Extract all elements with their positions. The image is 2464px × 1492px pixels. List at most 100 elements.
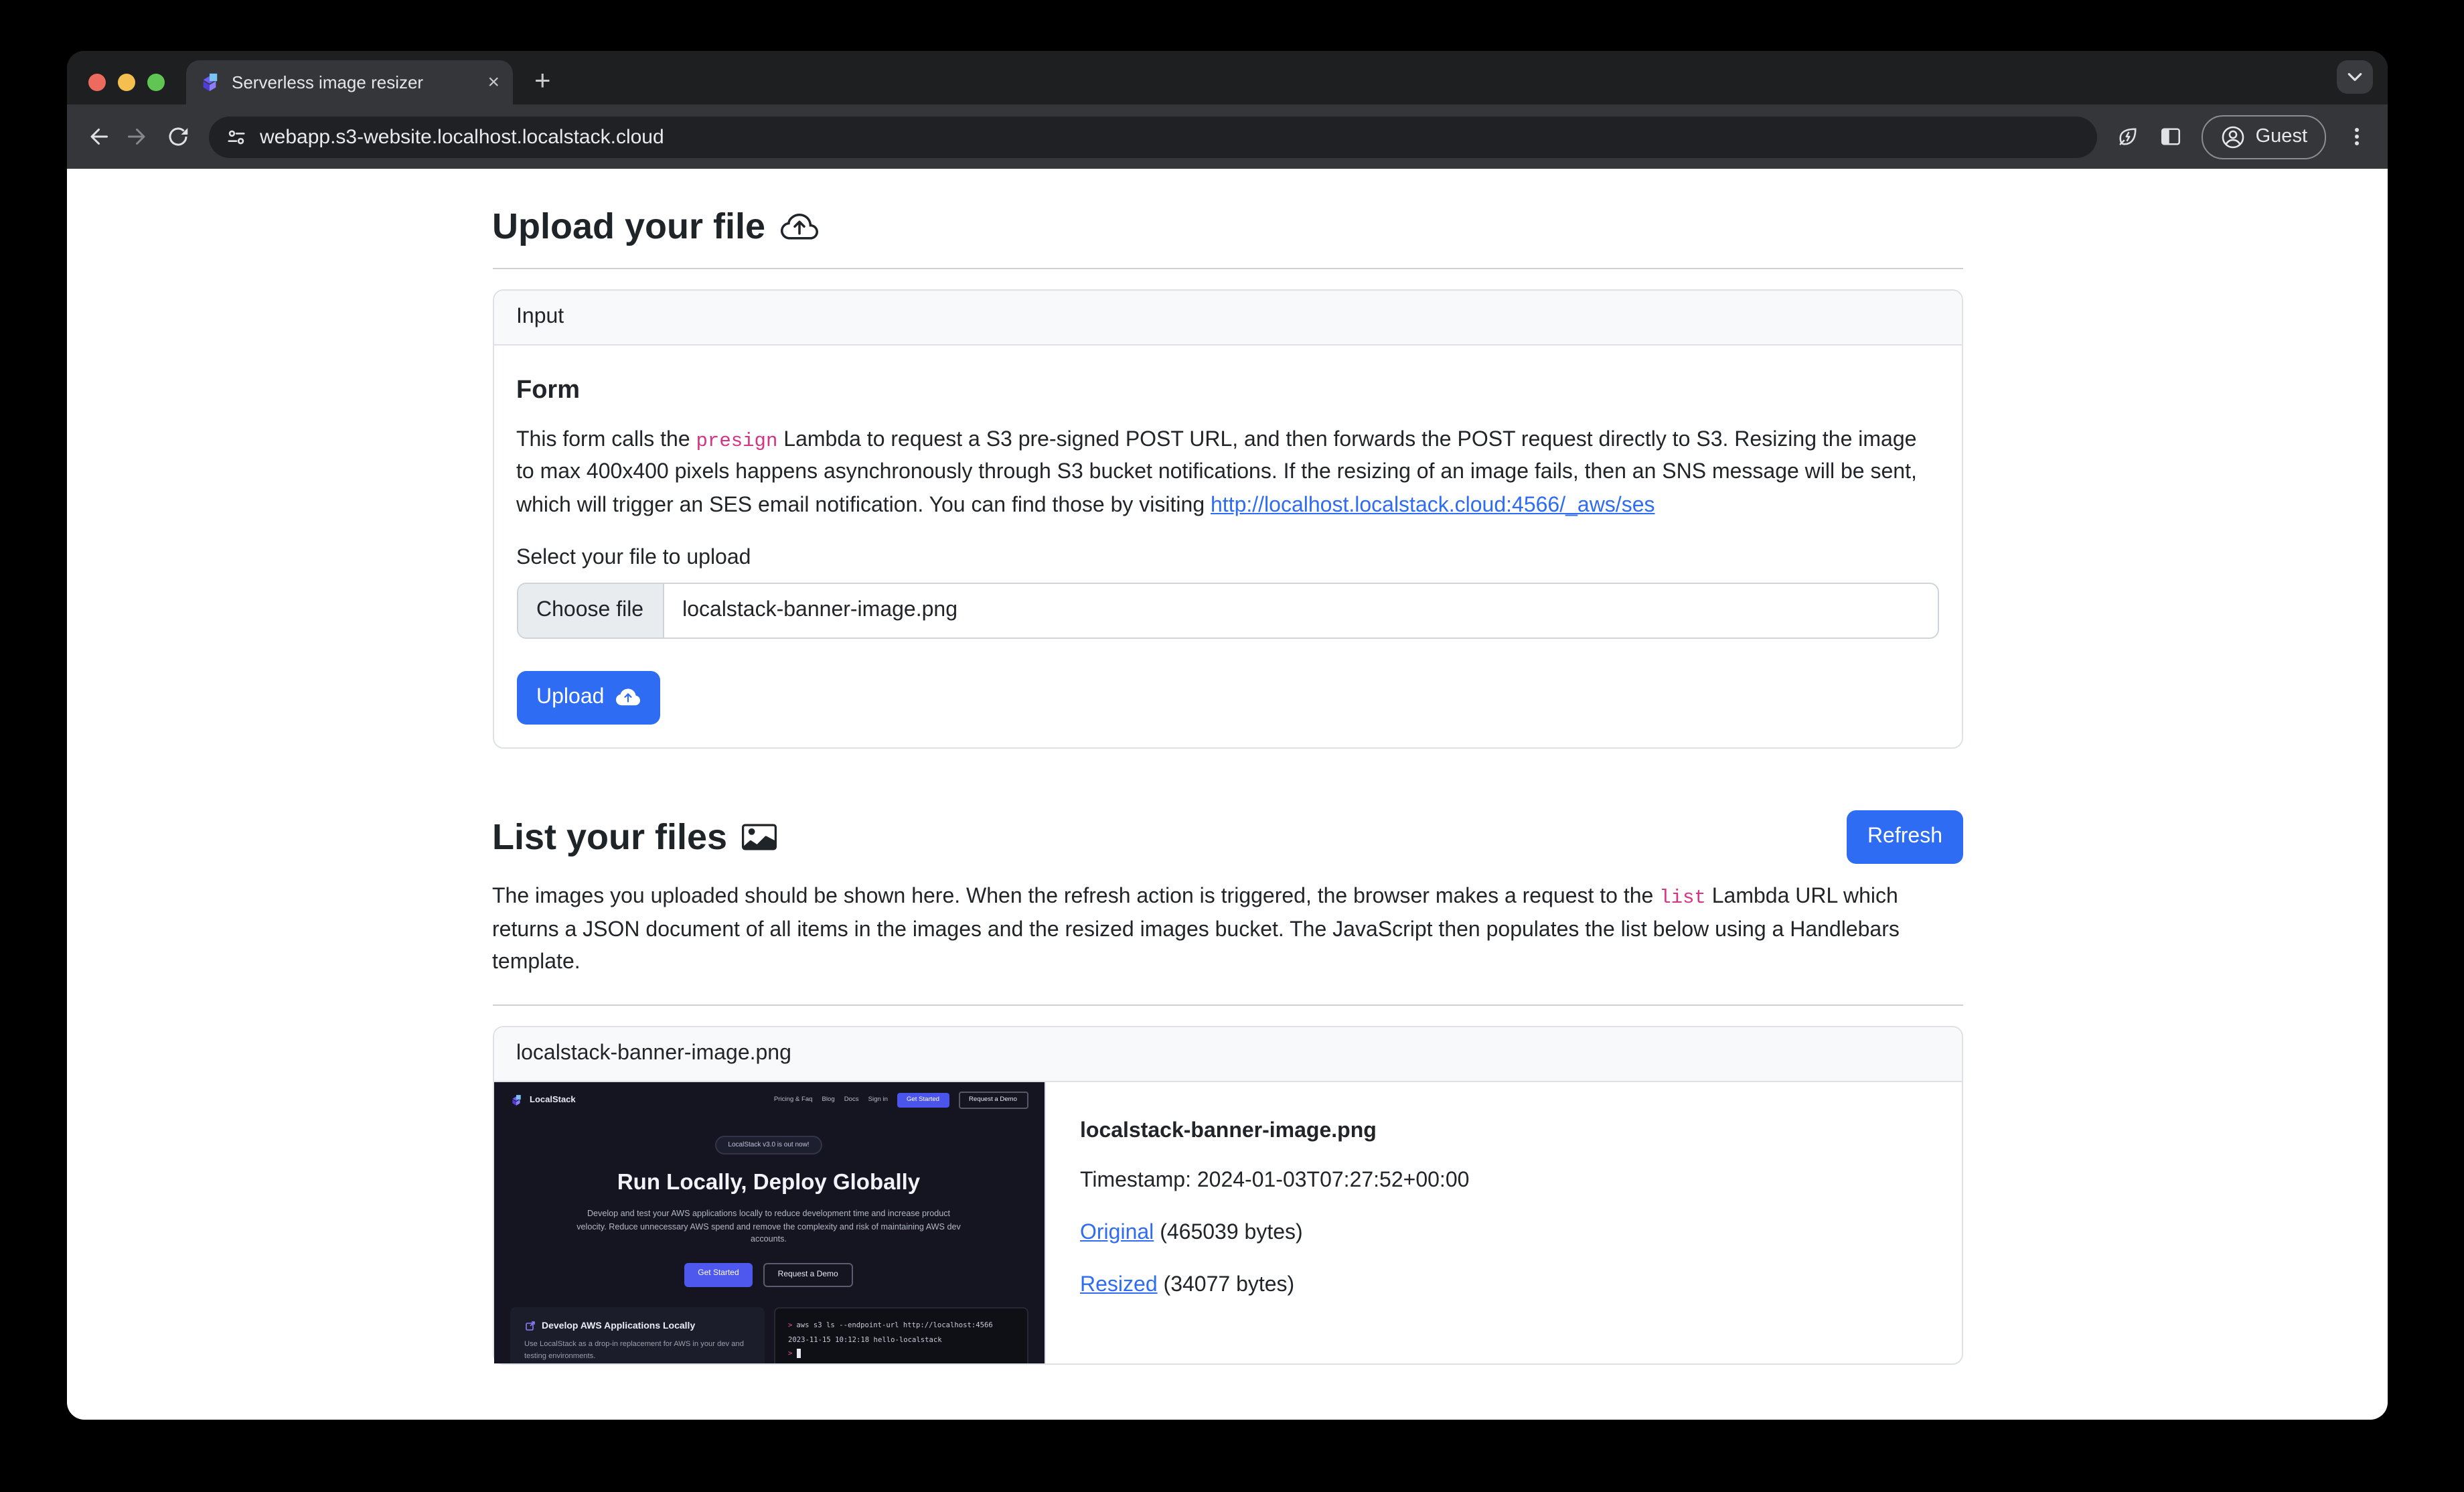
form-heading: Form — [516, 376, 1938, 406]
cloud-upload-fill-icon — [616, 686, 640, 711]
presign-code: presign — [696, 431, 778, 453]
file-timestamp: Timestamp: 2024-01-03T07:27:52+00:00 — [1080, 1169, 1469, 1193]
ses-link[interactable]: http://localhost.localstack.cloud:4566/_… — [1211, 494, 1655, 517]
terminal-prompt: > — [788, 1322, 792, 1330]
battery-saver-button[interactable] — [2108, 117, 2149, 157]
guest-avatar-icon — [2221, 124, 2246, 149]
list-section-header-row: List your files Refresh — [492, 811, 1962, 865]
form-description: This form calls the presign Lambda to re… — [516, 425, 1938, 523]
list-desc-text-1: The images you uploaded should be shown … — [492, 886, 1659, 909]
banner-logo-icon — [510, 1094, 522, 1106]
banner-terminal: > aws s3 ls --endpoint-url http://localho… — [773, 1307, 1028, 1363]
file-name: localstack-banner-image.png — [1080, 1120, 1469, 1144]
file-thumbnail-image: LocalStack Pricing & Faq Blog Docs Sign … — [493, 1082, 1045, 1363]
resized-row: Resized (34077 bytes) — [1080, 1274, 1469, 1298]
tab-close-icon[interactable]: × — [487, 72, 499, 92]
terminal-prompt: > — [788, 1351, 792, 1359]
input-card-header: Input — [493, 291, 1961, 346]
list-code: list — [1659, 889, 1706, 910]
url-text: webapp.s3-website.localhost.localstack.c… — [260, 125, 664, 148]
refresh-button[interactable]: Refresh — [1847, 811, 1962, 865]
input-card: Input Form This form calls the presign L… — [492, 289, 1962, 749]
file-details: localstack-banner-image.png Timestamp: 2… — [1045, 1082, 1504, 1363]
new-tab-button[interactable]: + — [534, 67, 551, 95]
upload-button-label: Upload — [536, 686, 604, 711]
resized-size: (34077 bytes) — [1164, 1274, 1295, 1296]
back-button[interactable] — [78, 117, 118, 157]
close-window-button[interactable] — [88, 74, 106, 91]
banner-badge-text: LocalStack v3.0 is out now! — [714, 1136, 822, 1154]
original-size: (465039 bytes) — [1160, 1221, 1302, 1244]
banner-badge: LocalStack v3.0 is out now! — [493, 1129, 1044, 1153]
browser-window: Serverless image resizer × + — [67, 51, 2388, 1420]
banner-nav: LocalStack Pricing & Faq Blog Docs Sign … — [493, 1082, 1044, 1109]
banner-request-demo-button: Request a Demo — [763, 1263, 853, 1287]
file-card-body: LocalStack Pricing & Faq Blog Docs Sign … — [493, 1082, 1961, 1363]
tab-title: Serverless image resizer — [232, 72, 477, 92]
minimize-window-button[interactable] — [118, 74, 135, 91]
forward-button[interactable] — [118, 117, 158, 157]
page-content: Upload your file Input Form This form ca… — [67, 169, 2388, 1420]
upload-heading-text: Upload your file — [492, 206, 765, 248]
banner-get-started-button: Get Started — [684, 1263, 752, 1287]
input-card-body: Form This form calls the presign Lambda … — [493, 346, 1961, 748]
banner-nav-item: Pricing & Faq — [774, 1097, 813, 1104]
upload-button[interactable]: Upload — [516, 672, 660, 725]
terminal-line: 2023-11-15 10:12:18 hello-localstack — [788, 1333, 1013, 1347]
toolbar-right-group: Guest — [2108, 115, 2377, 159]
profile-label: Guest — [2256, 126, 2307, 147]
banner-nav-links: Pricing & Faq Blog Docs Sign in Get Star… — [774, 1092, 1028, 1109]
choose-file-button[interactable]: Choose file — [518, 585, 664, 638]
url-bar[interactable]: webapp.s3-website.localhost.localstack.c… — [209, 116, 2098, 157]
reload-icon — [166, 125, 190, 149]
upload-section-heading: Upload your file — [492, 206, 1962, 248]
site-settings-icon[interactable] — [226, 127, 246, 147]
file-card-header: localstack-banner-image.png — [493, 1027, 1961, 1082]
browser-toolbar: webapp.s3-website.localhost.localstack.c… — [67, 104, 2388, 169]
resized-link[interactable]: Resized — [1080, 1274, 1158, 1296]
window-controls — [88, 74, 165, 91]
divider — [492, 1004, 1962, 1006]
browser-tab[interactable]: Serverless image resizer × — [186, 60, 513, 104]
banner-feature-title: Develop AWS Applications Locally — [542, 1321, 695, 1331]
chevron-down-icon — [2347, 72, 2362, 82]
image-icon — [742, 820, 777, 855]
zoom-window-button[interactable] — [147, 74, 165, 91]
forward-arrow-icon — [126, 125, 150, 149]
divider — [492, 268, 1962, 269]
banner-feature-icon — [524, 1321, 535, 1331]
back-arrow-icon — [86, 125, 110, 149]
banner-nav-request-demo: Request a Demo — [958, 1092, 1028, 1109]
original-row: Original (465039 bytes) — [1080, 1221, 1469, 1246]
page-container: Upload your file Input Form This form ca… — [492, 169, 1962, 1420]
kebab-menu-icon — [2346, 126, 2368, 147]
terminal-cursor — [796, 1349, 801, 1359]
form-desc-text-1: This form calls the — [516, 429, 696, 451]
banner-nav-item: Blog — [822, 1097, 835, 1104]
file-input[interactable]: Choose file localstack-banner-image.png — [516, 583, 1938, 640]
leaf-bolt-icon — [2116, 125, 2141, 149]
banner-nav-item: Docs — [844, 1097, 859, 1104]
tab-strip: Serverless image resizer × + — [67, 51, 2388, 104]
file-select-label: Select your file to upload — [516, 547, 1938, 571]
tab-search-button[interactable] — [2337, 60, 2373, 94]
list-section-heading: List your files — [492, 817, 777, 859]
side-panel-icon — [2159, 125, 2183, 149]
banner-feature-text: Use LocalStack as a drop-in replacement … — [524, 1339, 749, 1363]
list-description: The images you uploaded should be shown … — [492, 882, 1962, 980]
screenshot-stage: Serverless image resizer × + — [0, 0, 2464, 1492]
side-panel-button[interactable] — [2151, 117, 2191, 157]
terminal-command: aws s3 ls --endpoint-url http://localhos… — [796, 1322, 992, 1330]
terminal-line: > — [788, 1348, 1013, 1362]
banner-description: Develop and test your AWS applications l… — [576, 1208, 961, 1248]
reload-button[interactable] — [158, 117, 198, 157]
banner-feature-card: Develop AWS Applications Locally Use Loc… — [510, 1307, 764, 1363]
list-heading-text: List your files — [492, 817, 727, 859]
banner-nav-get-started: Get Started — [897, 1093, 949, 1108]
original-link[interactable]: Original — [1080, 1221, 1154, 1244]
browser-menu-button[interactable] — [2337, 117, 2377, 157]
terminal-line: > aws s3 ls --endpoint-url http://localho… — [788, 1319, 1013, 1333]
banner-buttons: Get Started Request a Demo — [493, 1263, 1044, 1287]
banner-feature-row: Develop AWS Applications Locally Use Loc… — [510, 1307, 1028, 1363]
profile-button[interactable]: Guest — [2202, 115, 2326, 159]
